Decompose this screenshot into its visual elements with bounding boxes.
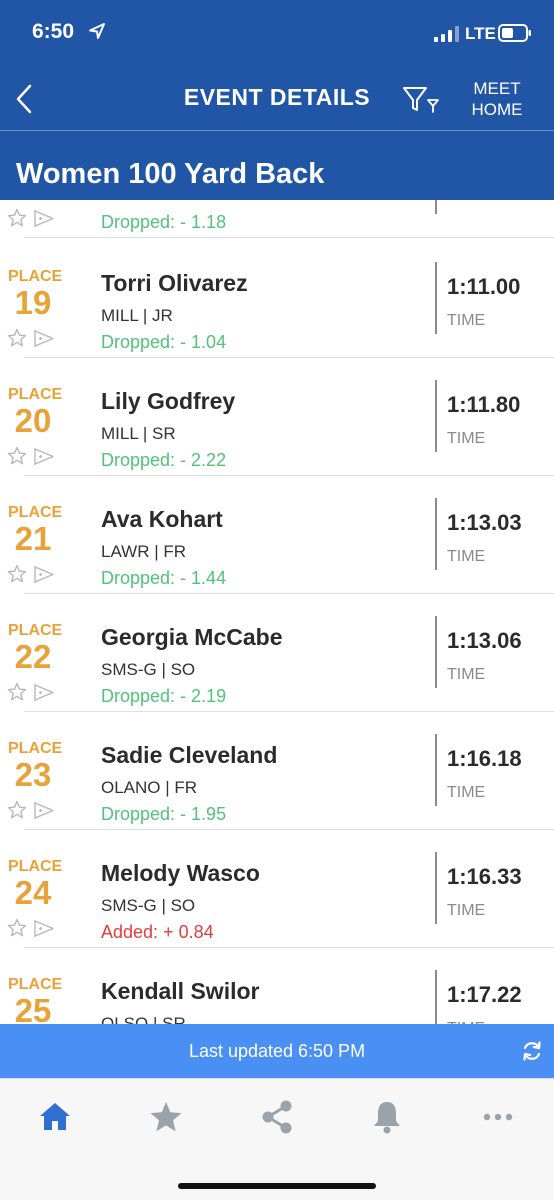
team-grade: SMS-G | SO (101, 660, 196, 679)
pennant-flag-icon[interactable] (33, 919, 55, 938)
time-label: TIME (447, 312, 486, 329)
time-divider (435, 262, 437, 334)
swim-time: 1:11.00 (447, 274, 521, 299)
star-icon[interactable] (146, 1097, 186, 1137)
swimmer-name: Melody Wasco (101, 860, 260, 886)
place-number: 21 (14, 520, 52, 557)
result-row[interactable]: PLACE 22 Georgia McCabe SMS-G | SO Dropped: … (0, 594, 554, 712)
place-number: 19 (14, 284, 52, 321)
swimmer-name: Ava Kohart (101, 506, 223, 532)
time-difference: Dropped: - 1.44 (101, 568, 227, 588)
pennant-flag-icon[interactable] (33, 801, 55, 820)
meet-home-button[interactable]: MEET HOME (460, 78, 534, 120)
swimmer-name: Lily Godfrey (101, 388, 236, 414)
result-row[interactable]: PLACE 24 Melody Wasco SMS-G | SO Added: + 0.… (0, 830, 554, 948)
bottom-tab-bar (0, 1078, 554, 1200)
swimmer-name: Sadie Cleveland (101, 742, 278, 768)
signal-bars-icon (434, 26, 459, 42)
swimmer-name: Georgia McCabe (101, 624, 283, 650)
time-divider (435, 200, 437, 214)
swim-time: 1:16.18 (447, 746, 522, 771)
header-divider (0, 130, 554, 131)
team-grade: OLSO | SR (101, 1014, 186, 1024)
meet-home-line2: HOME (471, 100, 523, 119)
pennant-flag-icon[interactable] (33, 447, 55, 466)
time-label: TIME (447, 666, 486, 683)
time-label: TIME (447, 430, 486, 447)
header: 6:50 LTE EVENT DETAILS MEET HOME Women 1… (0, 0, 554, 200)
row-divider (24, 237, 554, 238)
network-label: LTE (465, 24, 496, 43)
time-divider (435, 380, 437, 452)
favorite-star-icon[interactable] (7, 328, 27, 348)
partial-result-row[interactable]: Dropped: - 1.18 (0, 200, 554, 238)
time-difference: Dropped: - 1.04 (101, 332, 227, 352)
battery-icon (498, 24, 531, 42)
last-updated-bar: Last updated 6:50 PM (0, 1024, 554, 1078)
place-number: 24 (14, 874, 52, 911)
page-title: EVENT DETAILS (183, 84, 371, 110)
team-grade: LAWR | FR (101, 542, 187, 561)
time-label: TIME (447, 902, 486, 919)
navigation-bar: EVENT DETAILS MEET HOME (0, 68, 554, 130)
result-row[interactable]: PLACE 19 Torri Olivarez MILL | JR Dropped: -… (0, 240, 554, 358)
result-row[interactable]: PLACE 23 Sadie Cleveland OLANO | FR Dropped:… (0, 712, 554, 830)
favorite-star-icon[interactable] (7, 682, 27, 702)
result-row[interactable]: PLACE 20 Lily Godfrey MILL | SR Dropped: - 2… (0, 358, 554, 476)
time-difference: Dropped: - 2.19 (101, 686, 227, 706)
place-number: 20 (14, 402, 52, 439)
more-icon[interactable] (478, 1097, 518, 1137)
back-chevron-icon[interactable] (10, 82, 40, 116)
meet-home-line1: MEET (473, 79, 521, 98)
results-list[interactable]: Dropped: - 1.18 PLACE 19 Torri Olivarez MIL… (0, 200, 554, 1024)
swim-time: 1:17.22 (447, 982, 522, 1007)
refresh-icon[interactable] (520, 1039, 544, 1063)
time-label: TIME (447, 784, 486, 801)
swimmer-name: Kendall Swilor (101, 978, 260, 1004)
status-bar: 6:50 LTE (0, 0, 554, 68)
home-icon[interactable] (35, 1097, 75, 1137)
pennant-flag-icon[interactable] (33, 209, 55, 228)
last-updated-text: Last updated 6:50 PM (188, 1041, 366, 1061)
time-difference: Dropped: - 1.95 (101, 804, 227, 824)
time-difference: Dropped: - 1.18 (101, 212, 227, 232)
favorite-star-icon[interactable] (7, 800, 27, 820)
favorite-star-icon[interactable] (7, 208, 27, 228)
favorite-star-icon[interactable] (7, 446, 27, 466)
time-divider (435, 498, 437, 570)
result-row[interactable]: PLACE 21 Ava Kohart LAWR | FR Dropped: - 1.4… (0, 476, 554, 594)
time-divider (435, 852, 437, 924)
swim-time: 1:11.80 (447, 392, 521, 417)
favorite-star-icon[interactable] (7, 918, 27, 938)
status-time: 6:50 (32, 20, 75, 43)
swim-time: 1:13.06 (447, 628, 522, 653)
time-difference: Dropped: - 2.22 (101, 450, 227, 470)
pennant-flag-icon[interactable] (33, 565, 55, 584)
favorite-star-icon[interactable] (7, 564, 27, 584)
bell-icon[interactable] (367, 1097, 407, 1137)
team-grade: OLANO | FR (101, 778, 198, 797)
result-row[interactable]: PLACE25Kendall SwilorOLSO | SR1:17.22TIM… (0, 948, 554, 1024)
time-difference: Added: + 0.84 (101, 922, 214, 942)
place-number: 22 (14, 638, 52, 675)
time-divider (435, 970, 437, 1024)
home-indicator (178, 1183, 376, 1189)
place-number: 25 (14, 992, 52, 1024)
time-label: TIME (447, 548, 486, 565)
team-grade: MILL | SR (101, 424, 176, 443)
time-divider (435, 616, 437, 688)
team-grade: SMS-G | SO (101, 896, 196, 915)
place-number: 23 (14, 756, 52, 793)
swim-time: 1:16.33 (447, 864, 522, 889)
filter-icon[interactable] (400, 82, 440, 116)
event-title: Women 100 Yard Back (16, 158, 325, 190)
pennant-flag-icon[interactable] (33, 683, 55, 702)
time-divider (435, 734, 437, 806)
swim-time: 1:13.03 (447, 510, 522, 535)
share-icon[interactable] (257, 1097, 297, 1137)
pennant-flag-icon[interactable] (33, 329, 55, 348)
team-grade: MILL | JR (101, 306, 173, 325)
swimmer-name: Torri Olivarez (101, 270, 248, 296)
location-arrow-icon (89, 23, 105, 39)
